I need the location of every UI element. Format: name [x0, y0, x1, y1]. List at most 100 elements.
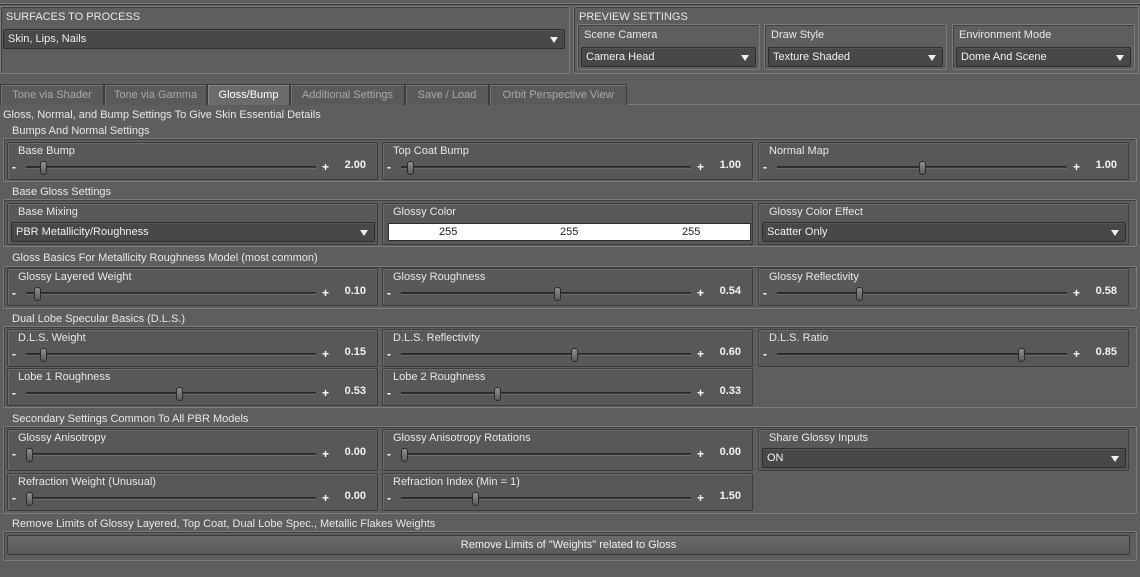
glossy-color-swatch[interactable]: 255 255 255 [388, 223, 751, 241]
slider-thumb[interactable] [26, 448, 33, 462]
decrement-icon[interactable]: - [12, 492, 16, 504]
dls-reflectivity-slider[interactable]: - + 0.60 [383, 330, 754, 368]
refraction-weight-slider[interactable]: - + 0.00 [8, 474, 379, 512]
decrement-icon[interactable]: - [12, 348, 16, 360]
scene-camera-group: Scene Camera Camera Head [577, 24, 760, 70]
slider-thumb[interactable] [919, 161, 926, 175]
glossy-color-b: 255 [682, 226, 701, 238]
draw-style-value: Texture Shaded [773, 51, 851, 63]
normal-map-value: 1.00 [1095, 159, 1117, 171]
tab-save-load[interactable]: Save / Load [405, 84, 489, 105]
decrement-icon[interactable]: - [12, 448, 16, 460]
share-glossy-inputs-value: ON [767, 452, 784, 464]
slider-thumb[interactable] [407, 161, 414, 175]
base-bump-slider[interactable]: - + 2.00 [8, 143, 379, 181]
glossy-color-effect-value: Scatter Only [767, 226, 828, 238]
lobe1-roughness-panel: Lobe 1 Roughness - + 0.53 [7, 368, 378, 406]
slider-track[interactable] [777, 161, 1067, 175]
lobe2-roughness-slider[interactable]: - + 0.33 [383, 369, 754, 407]
environment-mode-dropdown[interactable]: Dome And Scene [956, 47, 1131, 67]
tab-orbit-perspective-view[interactable]: Orbit Perspective View [489, 84, 627, 105]
lobe1-roughness-slider[interactable]: - + 0.53 [8, 369, 379, 407]
slider-thumb[interactable] [401, 448, 408, 462]
slider-track[interactable] [26, 161, 316, 175]
decrement-icon[interactable]: - [387, 161, 391, 173]
slider-thumb[interactable] [34, 287, 41, 301]
scene-camera-dropdown[interactable]: Camera Head [581, 47, 756, 67]
slider-thumb[interactable] [40, 161, 47, 175]
chevron-down-icon [1111, 456, 1119, 462]
slider-track[interactable] [26, 348, 316, 362]
slider-thumb[interactable] [554, 287, 561, 301]
chevron-down-icon [550, 37, 558, 43]
slider-track[interactable] [26, 448, 316, 462]
glossy-layered-weight-slider[interactable]: - + 0.10 [8, 269, 379, 307]
refraction-index-slider[interactable]: - + 1.50 [383, 474, 754, 512]
slider-track[interactable] [26, 492, 316, 506]
decrement-icon[interactable]: - [12, 287, 16, 299]
glossy-color-panel: Glossy Color 255 255 255 [382, 203, 753, 245]
slider-thumb[interactable] [472, 492, 479, 506]
slider-thumb[interactable] [571, 348, 578, 362]
decrement-icon[interactable]: - [387, 287, 391, 299]
slider-track[interactable] [26, 387, 316, 401]
dls-ratio-panel: D.L.S. Ratio - + 0.85 [758, 329, 1129, 367]
dls-weight-slider[interactable]: - + 0.15 [8, 330, 379, 368]
chevron-down-icon [741, 55, 749, 61]
base-mixing-label: Base Mixing [18, 206, 78, 218]
top-coat-bump-slider[interactable]: - + 1.00 [383, 143, 754, 181]
tab-additional-settings[interactable]: Additional Settings [290, 84, 405, 105]
decrement-icon[interactable]: - [387, 492, 391, 504]
lobe1-roughness-value: 0.53 [344, 385, 366, 397]
decrement-icon[interactable]: - [387, 448, 391, 460]
slider-track[interactable] [26, 287, 316, 301]
share-glossy-inputs-dropdown[interactable]: ON [762, 448, 1126, 468]
decrement-icon[interactable]: - [387, 387, 391, 399]
slider-track[interactable] [777, 348, 1067, 362]
glossy-color-r: 255 [439, 226, 458, 238]
slider-track[interactable] [401, 387, 691, 401]
decrement-icon[interactable]: - [763, 287, 767, 299]
decrement-icon[interactable]: - [763, 348, 767, 360]
surfaces-dropdown-value: Skin, Lips, Nails [8, 33, 87, 45]
glossy-anisotropy-slider[interactable]: - + 0.00 [8, 430, 379, 468]
dls-ratio-slider[interactable]: - + 0.85 [759, 330, 1130, 368]
slider-fill [777, 354, 1021, 355]
base-mixing-dropdown[interactable]: PBR Metallicity/Roughness [11, 222, 375, 242]
share-glossy-inputs-panel: Share Glossy Inputs ON [758, 429, 1129, 471]
slider-track[interactable] [401, 287, 691, 301]
scene-camera-label: Scene Camera [584, 29, 658, 41]
glossy-reflectivity-slider[interactable]: - + 0.58 [759, 269, 1130, 307]
slider-thumb[interactable] [40, 348, 47, 362]
draw-style-group: Draw Style Texture Shaded [764, 24, 947, 70]
slider-track[interactable] [401, 348, 691, 362]
tab-tone-via-gamma[interactable]: Tone via Gamma [104, 84, 207, 105]
decrement-icon[interactable]: - [12, 387, 16, 399]
tab-gloss-bump[interactable]: Gloss/Bump [207, 84, 290, 105]
slider-thumb[interactable] [176, 387, 183, 401]
slider-thumb[interactable] [856, 287, 863, 301]
slider-fill [401, 293, 557, 294]
slider-track[interactable] [401, 492, 691, 506]
decrement-icon[interactable]: - [12, 161, 16, 173]
decrement-icon[interactable]: - [763, 161, 767, 173]
decrement-icon[interactable]: - [387, 348, 391, 360]
surfaces-dropdown[interactable]: Skin, Lips, Nails [3, 29, 565, 49]
normal-map-slider[interactable]: - + 1.00 [759, 143, 1130, 181]
draw-style-dropdown[interactable]: Texture Shaded [768, 47, 943, 67]
normal-map-panel: Normal Map - + 1.00 [758, 142, 1129, 180]
slider-thumb[interactable] [494, 387, 501, 401]
glossy-layered-weight-panel: Glossy Layered Weight - + 0.10 [7, 268, 378, 306]
slider-track[interactable] [401, 448, 691, 462]
slider-thumb[interactable] [26, 492, 33, 506]
remove-limits-button[interactable]: Remove Limits of "Weights" related to Gl… [7, 535, 1130, 555]
glossy-anisotropy-rotations-slider[interactable]: - + 0.00 [383, 430, 754, 468]
glossy-roughness-slider[interactable]: - + 0.54 [383, 269, 754, 307]
refraction-index-panel: Refraction Index (Min = 1) - + 1.50 [382, 473, 753, 511]
glossy-color-effect-dropdown[interactable]: Scatter Only [762, 222, 1126, 242]
tab-tone-via-shader[interactable]: Tone via Shader [0, 84, 104, 105]
slider-track[interactable] [401, 161, 691, 175]
slider-thumb[interactable] [1018, 348, 1025, 362]
secondary-section-title: Secondary Settings Common To All PBR Mod… [12, 413, 249, 425]
slider-track[interactable] [777, 287, 1067, 301]
